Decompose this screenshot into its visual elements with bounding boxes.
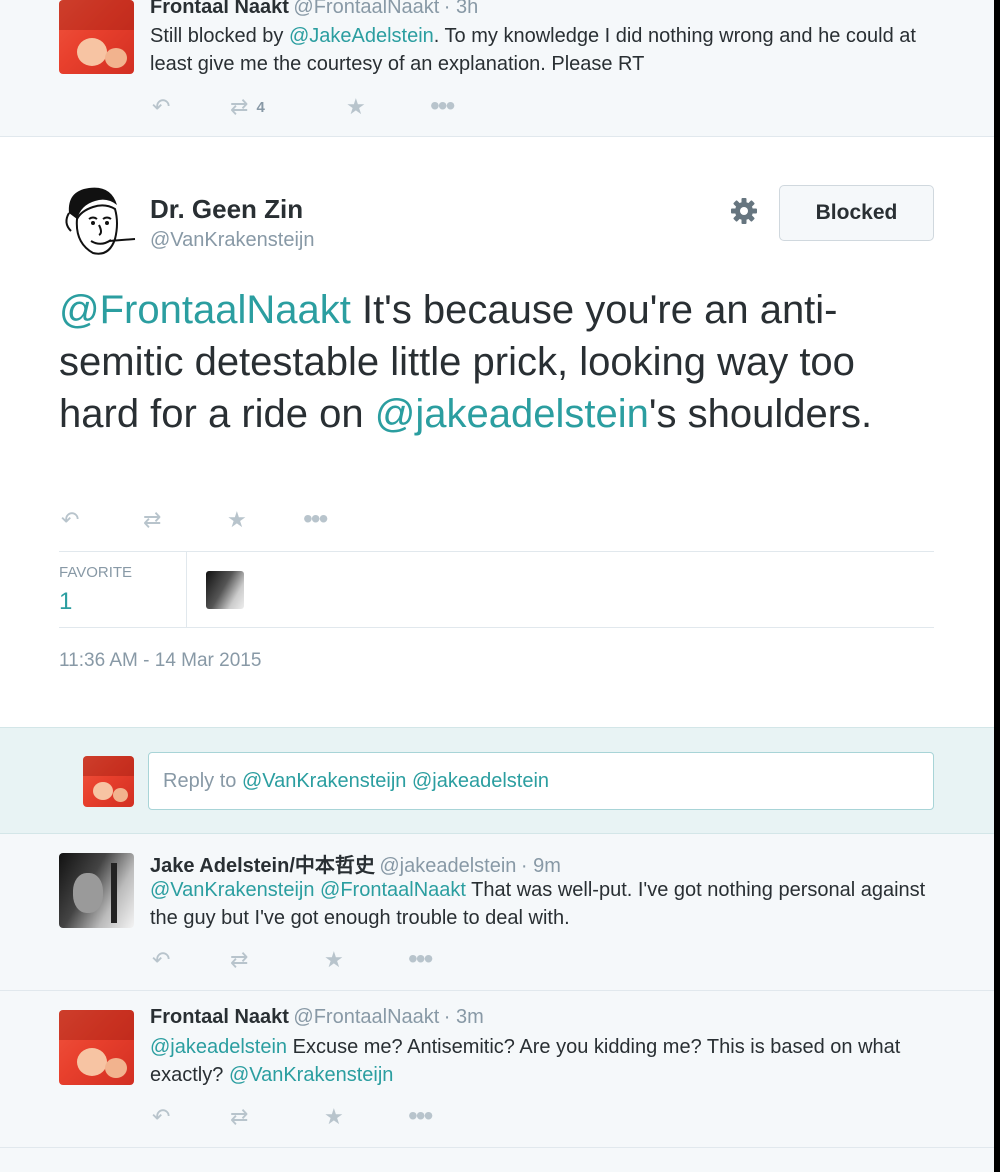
window-edge	[994, 0, 1000, 1172]
tweet-time[interactable]: · 9m	[521, 855, 561, 877]
author-handle[interactable]: @FrontaalNaakt	[293, 1006, 439, 1028]
avatar[interactable]	[59, 853, 134, 928]
tweet-stats: FAVORITE 1	[59, 551, 934, 628]
author-handle[interactable]: @jakeadelstein	[379, 855, 516, 877]
tweet-time[interactable]: · 3m	[444, 1006, 484, 1028]
reply-icon[interactable]: ↶	[152, 94, 170, 120]
more-icon[interactable]: •••	[408, 945, 433, 973]
gear-icon[interactable]	[728, 195, 760, 227]
reply-mentions: @VanKrakensteijn @jakeadelstein	[241, 770, 550, 792]
tweet-text: @VanKrakensteijn @FrontaalNaakt That was…	[150, 879, 926, 929]
star-icon[interactable]: ★	[324, 1104, 344, 1130]
tweet-item[interactable]: Frontaal Naakt @FrontaalNaakt · 3h Still…	[0, 0, 994, 137]
mention-link[interactable]: @VanKrakensteijn	[229, 1064, 393, 1086]
author-name[interactable]: Frontaal Naakt	[150, 1006, 289, 1028]
tweet-actions: ↶ ⇄ ★ •••	[59, 505, 359, 537]
tweet-text: Still blocked by @JakeAdelstein. To my k…	[150, 25, 916, 75]
tweet-item[interactable]: Frontaal Naakt @FrontaalNaakt · 3m @jake…	[0, 991, 994, 1148]
avatar[interactable]	[59, 1010, 134, 1085]
avatar[interactable]	[59, 0, 134, 74]
author-handle[interactable]: @VanKrakensteijn	[150, 229, 314, 252]
tweet-time[interactable]: · 3h	[444, 0, 478, 18]
tweet-actions: ↶ ⇄ ★ •••	[150, 945, 470, 977]
retweet-icon[interactable]: ⇄	[230, 1104, 248, 1130]
star-icon[interactable]: ★	[324, 947, 344, 973]
mention-link[interactable]: @FrontaalNaakt	[320, 879, 466, 901]
star-icon[interactable]: ★	[346, 94, 366, 120]
favorite-count[interactable]: 1	[59, 588, 72, 616]
retweet-icon[interactable]: ⇄	[143, 507, 161, 533]
more-icon[interactable]: •••	[430, 92, 455, 120]
tweet-text: @jakeadelstein Excuse me? Antisemitic? A…	[150, 1036, 901, 1086]
tweet-item[interactable]: Jake Adelstein/中本哲史 @jakeadelstein · 9m …	[0, 834, 994, 991]
more-icon[interactable]: •••	[303, 505, 328, 533]
blocked-button[interactable]: Blocked	[779, 185, 934, 241]
star-icon[interactable]: ★	[227, 507, 247, 533]
avatar	[83, 756, 134, 807]
retweet-icon[interactable]: ⇄	[230, 947, 248, 973]
mention-link[interactable]: @FrontaalNaakt	[59, 288, 351, 332]
mention-link[interactable]: @jakeadelstein	[150, 1036, 287, 1058]
tweet-text: @FrontaalNaakt It's because you're an an…	[59, 288, 873, 436]
retweet-icon[interactable]: ⇄ 4	[230, 94, 265, 120]
tweet-timestamp[interactable]: 11:36 AM - 14 Mar 2015	[59, 650, 261, 672]
reply-icon[interactable]: ↶	[152, 1104, 170, 1130]
tweet-actions: ↶ ⇄ 4 ★ •••	[150, 92, 470, 124]
reply-icon[interactable]: ↶	[152, 947, 170, 973]
divider	[186, 552, 187, 627]
mention-link[interactable]: @jakeadelstein	[375, 392, 649, 436]
author-handle[interactable]: @FrontaalNaakt	[293, 0, 439, 18]
reply-icon[interactable]: ↶	[61, 507, 79, 533]
reply-area: Reply to @VanKrakensteijn @jakeadelstein	[0, 727, 994, 834]
author-name[interactable]: Jake Adelstein/中本哲史	[150, 855, 375, 877]
favoriter-avatar[interactable]	[206, 571, 244, 609]
reply-input[interactable]: Reply to @VanKrakensteijn @jakeadelstein	[148, 752, 934, 810]
mention-link[interactable]: @JakeAdelstein	[289, 25, 434, 47]
tweet-actions: ↶ ⇄ ★ •••	[150, 1102, 470, 1134]
author-name[interactable]: Frontaal Naakt	[150, 0, 289, 18]
more-icon[interactable]: •••	[408, 1102, 433, 1130]
favorite-label: FAVORITE	[59, 564, 133, 581]
mention-link[interactable]: @VanKrakensteijn	[150, 879, 314, 901]
avatar[interactable]	[59, 183, 137, 261]
next-tweet-edge	[0, 1148, 994, 1172]
retweet-count: 4	[256, 98, 265, 116]
author-name[interactable]: Dr. Geen Zin	[150, 194, 303, 225]
